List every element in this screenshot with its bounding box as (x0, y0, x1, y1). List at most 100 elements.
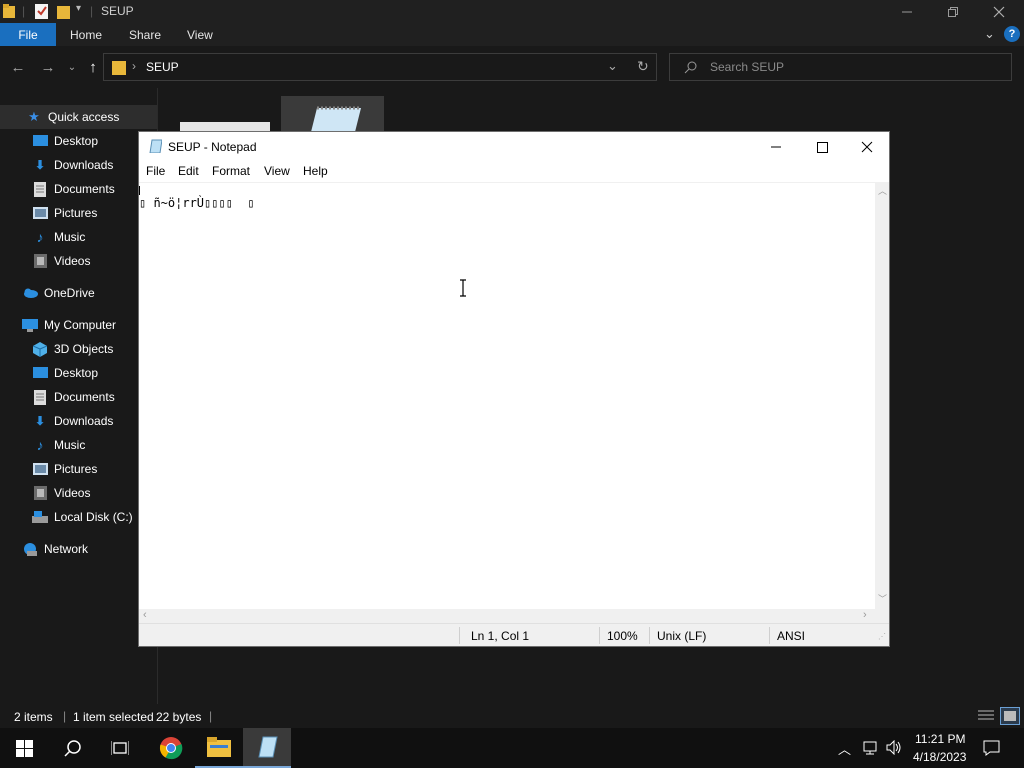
tab-view[interactable]: View (187, 23, 213, 46)
scroll-down-chevron-icon[interactable]: ﹀ (878, 592, 887, 605)
close-button[interactable] (976, 0, 1022, 23)
download-arrow-icon: ⬇ (34, 158, 46, 172)
pictures-icon (32, 205, 48, 221)
notepad-icon (149, 139, 162, 153)
horizontal-scrollbar[interactable]: ‹ › (139, 609, 875, 623)
notepad-minimize-button[interactable] (753, 132, 799, 162)
nav-downloads[interactable]: ⬇ Downloads (0, 153, 157, 177)
show-hidden-icons-chevron-icon[interactable]: ︿ (838, 739, 851, 758)
network-status-icon[interactable] (862, 741, 880, 755)
nav-label: Desktop (54, 134, 99, 148)
divider: | (90, 4, 94, 18)
nav-downloads-pc[interactable]: ⬇ Downloads (0, 409, 157, 433)
vertical-scrollbar[interactable]: ︿ ﹀ (875, 182, 889, 609)
nav-label: Videos (54, 254, 91, 268)
nav-label: Music (54, 438, 86, 452)
search-icon (63, 739, 81, 757)
back-arrow-icon[interactable]: ← (8, 56, 28, 78)
nav-documents[interactable]: Documents (0, 177, 157, 201)
drive-icon (32, 509, 48, 525)
document-text: ▯ ñ~ö¦rrÙ▯▯▯▯ ▯ (139, 196, 255, 210)
nav-pictures-pc[interactable]: Pictures (0, 457, 157, 481)
start-button[interactable] (0, 728, 48, 768)
nav-videos-pc[interactable]: Videos (0, 481, 157, 505)
nav-label: Local Disk (C:) (54, 510, 133, 524)
restore-button[interactable] (930, 0, 976, 23)
chrome-taskbar-button[interactable] (147, 728, 195, 768)
clock-date[interactable]: 4/18/2023 (913, 750, 966, 764)
notepad-text-area[interactable]: ▯ ñ~ö¦rrÙ▯▯▯▯ ▯ (139, 182, 875, 609)
menu-format[interactable]: Format (212, 164, 250, 178)
clock-time[interactable]: 11:21 PM (915, 732, 965, 746)
nav-label: Quick access (48, 110, 120, 124)
resize-grip-icon[interactable]: ⋰ (878, 632, 886, 641)
nav-3d-objects[interactable]: 3D Objects (0, 337, 157, 361)
nav-label: Downloads (54, 158, 114, 172)
nav-desktop[interactable]: Desktop (0, 129, 157, 153)
nav-local-disk[interactable]: Local Disk (C:) (0, 505, 157, 529)
expand-ribbon-chevron-icon[interactable]: ⌄ (984, 26, 995, 42)
folder-icon (3, 4, 15, 18)
nav-music[interactable]: ♪ Music (0, 225, 157, 249)
nav-label: Music (54, 230, 86, 244)
nav-videos[interactable]: Videos (0, 249, 157, 273)
minimize-button[interactable] (884, 0, 930, 23)
nav-documents-pc[interactable]: Documents (0, 385, 157, 409)
address-bar[interactable]: › SEUP ⌄ ↻ (103, 53, 657, 81)
new-folder-icon[interactable] (57, 4, 70, 19)
notepad-maximize-button[interactable] (799, 132, 845, 162)
music-note-icon: ♪ (36, 437, 44, 453)
task-view-button[interactable] (96, 728, 144, 768)
up-arrow-icon[interactable]: ↑ (83, 56, 103, 78)
nav-music-pc[interactable]: ♪ Music (0, 433, 157, 457)
file-explorer-taskbar-button[interactable] (195, 728, 243, 768)
cube-icon (32, 341, 48, 357)
notepad-close-button[interactable] (844, 132, 890, 162)
details-view-icon[interactable] (978, 709, 994, 723)
forward-arrow-icon[interactable]: → (38, 56, 58, 78)
nav-pictures[interactable]: Pictures (0, 201, 157, 225)
notepad-taskbar-button[interactable] (243, 728, 291, 768)
scroll-right-chevron-icon[interactable]: › (863, 609, 867, 621)
menu-help[interactable]: Help (303, 164, 328, 178)
customize-toolbar-chevron-icon[interactable]: ▾ (76, 3, 81, 14)
search-input[interactable]: Search SEUP (669, 53, 1012, 81)
notepad-title-bar[interactable]: SEUP - Notepad (139, 132, 889, 162)
close-icon (861, 141, 873, 153)
address-dropdown-chevron-icon[interactable]: ⌄ (607, 58, 618, 74)
help-icon[interactable]: ? (1004, 26, 1020, 42)
cursor-position: Ln 1, Col 1 (471, 629, 530, 643)
minimize-icon (902, 11, 912, 12)
refresh-icon[interactable]: ↻ (637, 58, 649, 75)
nav-quick-access[interactable]: ★ Quick access (0, 105, 157, 129)
search-button[interactable] (48, 728, 96, 768)
menu-file[interactable]: File (146, 164, 165, 178)
tab-file[interactable]: File (0, 23, 56, 46)
large-icons-view-icon[interactable] (1000, 707, 1020, 725)
divider: | (209, 709, 213, 723)
tab-share[interactable]: Share (129, 23, 161, 46)
volume-icon[interactable] (886, 740, 903, 755)
menu-view[interactable]: View (264, 164, 290, 178)
notifications-icon[interactable] (983, 740, 1000, 756)
properties-icon[interactable] (35, 4, 48, 19)
divider: | (63, 709, 67, 723)
tab-home[interactable]: Home (70, 23, 102, 46)
nav-my-computer[interactable]: My Computer (0, 313, 157, 337)
maximize-icon (816, 141, 828, 153)
breadcrumb-item[interactable]: SEUP (146, 60, 179, 74)
divider (599, 627, 600, 644)
folder-icon (112, 61, 126, 75)
scroll-up-chevron-icon[interactable]: ︿ (878, 184, 887, 197)
nav-label: 3D Objects (54, 342, 114, 356)
scroll-left-chevron-icon[interactable]: ‹ (143, 609, 147, 621)
nav-desktop-pc[interactable]: Desktop (0, 361, 157, 385)
zoom-level: 100% (607, 629, 638, 643)
navigation-pane: ★ Quick access Desktop ⬇ Downloads Docum… (0, 88, 157, 704)
star-icon: ★ (28, 109, 40, 124)
file-item-selected[interactable] (281, 96, 384, 132)
recent-locations-chevron-icon[interactable]: ⌄ (62, 56, 82, 78)
menu-edit[interactable]: Edit (178, 164, 199, 178)
nav-network[interactable]: Network (0, 537, 157, 561)
nav-onedrive[interactable]: OneDrive (0, 281, 157, 305)
